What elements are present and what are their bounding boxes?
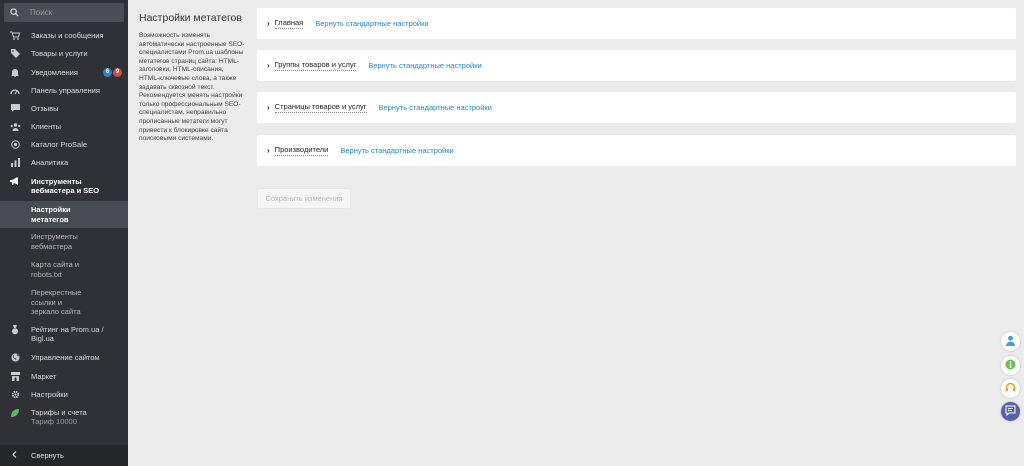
collapse-button[interactable]: Свернуть [0,445,128,466]
section-title[interactable]: Группы товаров и услуг [274,60,357,71]
reset-defaults-link[interactable]: Вернуть стандартные настройки [315,19,428,28]
section-main: › Главная Вернуть стандартные настройки [257,8,1016,39]
person-widget[interactable] [1001,332,1020,351]
tag-icon [9,49,21,58]
chevron-right-icon[interactable]: › [267,19,270,28]
section-title[interactable]: Производители [274,145,329,156]
comment-icon [9,104,21,113]
subitem-webmaster-tools[interactable]: Инструменты вебмастера [0,232,128,251]
sidebar-item-settings[interactable]: Настройки [0,390,128,399]
sidebar-item-notifications[interactable]: Уведомления 6 9 [0,68,128,77]
sidebar-item-label: Маркет [31,372,57,381]
megaphone-icon [9,177,21,186]
store-icon [9,372,21,381]
sidebar-item-seo-tools[interactable]: Инструменты вебмастера и SEO [0,177,128,195]
bar-chart-icon [9,158,21,167]
subitem-label: Перекрестные ссылки и зеркало сайта [31,288,82,316]
tariff-sublabel: Тариф 10000 [31,417,77,426]
gear-icon [9,390,21,399]
subitem-cross-links[interactable]: Перекрестные ссылки и зеркало сайта [0,288,128,317]
cart-icon [9,31,21,40]
page-description: Возможность изменять автоматически настр… [139,32,245,143]
search-input[interactable] [24,8,114,17]
sidebar-item-reviews[interactable]: Отзывы [0,104,128,113]
search-box[interactable] [4,3,124,22]
sidebar-item-tariffs[interactable]: Тарифы и счета Тариф 10000 [0,408,128,426]
info-icon [1005,357,1016,375]
search-icon [4,8,24,17]
sidebar-item-rating[interactable]: Рейтинг на Prom.ua / Bigl.ua [0,324,128,343]
sidebar-item-label: Клиенты [31,122,62,131]
sidebar-item-label: Заказы и сообщения [31,31,104,40]
chevron-right-icon[interactable]: › [267,61,270,70]
sidebar-item-label: Панель управления [31,86,100,95]
subitem-sitemap[interactable]: Карта сайта и robots.txt [0,260,128,279]
person-icon [1005,333,1016,351]
section-title[interactable]: Страницы товаров и услуг [274,102,367,113]
badge-blue: 6 [103,68,112,77]
sidebar-item-label: Уведомления [31,68,78,77]
sidebar-item-dashboard[interactable]: Панель управления [0,86,128,95]
users-icon [9,122,21,131]
sidebar-item-label: Управление сайтом [31,353,100,362]
sidebar-item-site-management[interactable]: Управление сайтом [0,353,128,362]
section-product-pages: › Страницы товаров и услуг Вернуть станд… [257,92,1016,123]
chevron-left-icon [12,451,17,460]
sidebar-item-prosale[interactable]: Каталог ProSale [0,140,128,149]
subitem-label: Настройки метатегов [31,205,71,224]
reset-defaults-link[interactable]: Вернуть стандартные настройки [379,103,492,112]
target-icon [9,140,21,149]
section-title[interactable]: Главная [274,18,304,29]
chevron-right-icon[interactable]: › [267,103,270,112]
reset-defaults-link[interactable]: Вернуть стандартные настройки [368,61,481,70]
sidebar-item-label: Аналитика [31,158,69,167]
sidebar-item-clients[interactable]: Клиенты [0,122,128,131]
tariff-block: Тарифы и счета Тариф 10000 [31,408,122,426]
leaf-icon [9,408,21,417]
section-manufacturers: › Производители Вернуть стандартные наст… [257,135,1016,166]
sidebar-item-products[interactable]: Товары и услуги [0,49,128,58]
sidebar-item-label: Инструменты вебмастера и SEO [31,177,100,195]
sidebar-item-label: Рейтинг на Prom.ua / Bigl.ua [31,325,104,343]
sidebar-item-label: Товары и услуги [31,49,88,58]
info-widget[interactable] [1001,356,1020,375]
collapse-label: Свернуть [31,451,64,460]
subitem-meta-settings[interactable]: Настройки метатегов [0,201,128,228]
notification-badges: 6 9 [103,68,122,77]
sidebar-item-analytics[interactable]: Аналитика [0,158,128,167]
reset-defaults-link[interactable]: Вернуть стандартные настройки [340,146,453,155]
page-title: Настройки метатегов [139,12,242,24]
badge-red: 9 [113,68,122,77]
chat-widget[interactable] [1001,402,1020,421]
bell-icon [9,68,21,77]
dashboard-icon [9,86,21,95]
description-panel: Настройки метатегов Возможность изменять… [139,12,245,144]
subitem-label: Инструменты вебмастера [31,232,78,251]
save-button[interactable]: Сохранить изменения [257,188,351,209]
sidebar-item-label: Отзывы [31,104,59,113]
medal-icon [9,324,21,334]
sidebar: Заказы и сообщения Товары и услуги Уведо… [0,0,128,466]
sidebar-item-market[interactable]: Маркет [0,372,128,381]
globe-icon [9,353,21,362]
sidebar-item-label: Тарифы и счета [31,408,87,417]
sidebar-item-label: Каталог ProSale [31,140,88,149]
sidebar-item-orders[interactable]: Заказы и сообщения [0,31,128,40]
chevron-right-icon[interactable]: › [267,146,270,155]
subitem-label: Карта сайта и robots.txt [31,260,80,279]
chat-icon [1005,403,1016,421]
section-product-groups: › Группы товаров и услуг Вернуть стандар… [257,50,1016,81]
headset-icon [1005,380,1016,398]
sidebar-item-label: Настройки [31,390,68,399]
support-widget[interactable] [1001,379,1020,398]
